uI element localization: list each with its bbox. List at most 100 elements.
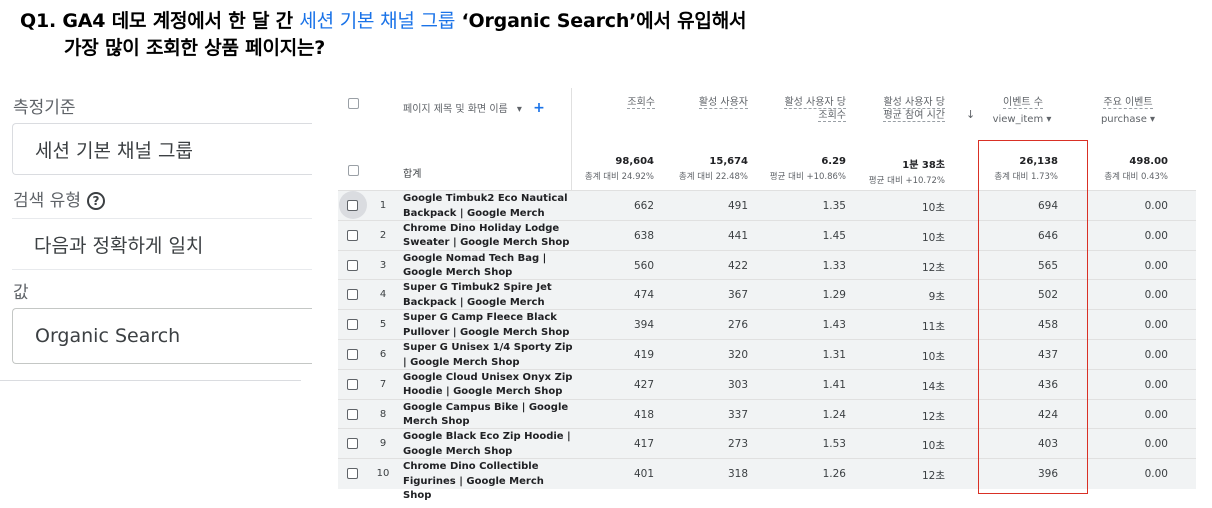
event-filter-select[interactable]: view_item ▾ [968, 113, 1068, 126]
row-number: 4 [379, 289, 387, 301]
column-divider [571, 88, 572, 190]
event-filter-value: view_item [992, 114, 1044, 125]
cell-engagement-time: 9초 [928, 291, 945, 304]
col-header-active-users[interactable]: 활성 사용자 [668, 96, 748, 109]
highlight-box [978, 140, 1088, 494]
page-title-cell[interactable]: Google Black Eco Zip Hoodie | Google Mer… [403, 430, 573, 459]
value-input[interactable]: Organic Search [12, 308, 312, 364]
row-checkbox[interactable] [347, 408, 358, 420]
row-number: 8 [379, 408, 387, 420]
cell-views: 474 [633, 289, 654, 302]
page-title-cell[interactable]: Google Cloud Unisex Onyx Zip Hoodie | Go… [403, 371, 573, 400]
cell-views-per-user: 1.45 [822, 229, 846, 242]
cell-views: 401 [633, 468, 654, 481]
row-checkbox[interactable] [347, 200, 358, 211]
row-number: 1 [379, 200, 387, 211]
row-number: 6 [379, 349, 387, 360]
cell-key-events: 0.00 [1144, 378, 1168, 391]
total-views: 98,604 총계 대비 24.92% [578, 156, 654, 182]
page-title-cell[interactable]: Google Campus Bike | Google Merch Shop [403, 401, 573, 430]
row-checkbox[interactable] [347, 229, 358, 241]
col-header-active-users-label: 활성 사용자 [698, 97, 748, 109]
cell-active-users: 441 [727, 229, 748, 242]
search-type-select[interactable]: 다음과 정확하게 일치 [12, 218, 312, 270]
row-checkbox[interactable] [347, 319, 358, 331]
help-icon[interactable]: ? [86, 192, 105, 210]
total-views-per-user: 6.29 평균 대비 +10.86% [766, 156, 846, 182]
col-header-views[interactable]: 조회수 [588, 96, 655, 109]
key-event-select[interactable]: purchase ▾ [1088, 113, 1168, 126]
key-event-value: purchase [1100, 114, 1147, 125]
cell-views: 418 [633, 408, 654, 421]
question-line-2: 가장 많이 조회한 상품 페이지는? [64, 37, 326, 59]
row-number: 7 [379, 378, 387, 390]
dimension-dropdown-icon[interactable]: ▾ [517, 104, 522, 115]
cell-engagement-time: 10초 [921, 440, 945, 453]
cell-active-users: 491 [727, 200, 748, 212]
select-all-checkbox-top[interactable] [348, 98, 359, 109]
cell-key-events: 0.00 [1144, 200, 1168, 212]
row-checkbox[interactable] [347, 468, 358, 480]
cell-engagement-time: 12초 [921, 410, 945, 423]
cell-active-users: 337 [727, 408, 748, 421]
row-checkbox[interactable] [347, 349, 358, 360]
row-checkbox[interactable] [347, 438, 358, 450]
total-key-events-value: 498.00 [1129, 156, 1168, 167]
row-checkbox[interactable] [347, 259, 358, 271]
value-label: 값 [13, 283, 29, 303]
cell-engagement-time: 12초 [921, 261, 945, 274]
search-type-label: 검색 유형 [13, 191, 81, 211]
cell-engagement-time: 10초 [921, 202, 945, 214]
add-dimension-icon[interactable]: + [533, 100, 545, 116]
select-all-checkbox[interactable] [348, 165, 359, 176]
value-text: Organic Search [35, 325, 181, 347]
cell-views: 560 [633, 259, 654, 272]
page-title-cell[interactable]: Chrome Dino Holiday Lodge Sweater | Goog… [403, 222, 573, 251]
cell-engagement-time: 10초 [921, 351, 945, 363]
cell-key-events: 0.00 [1144, 289, 1168, 302]
col-header-engagement-time-label: 활성 사용자 당 평균 참여 시간 [883, 97, 945, 122]
col-header-key-events-label: 주요 이벤트 [1103, 97, 1153, 109]
col-header-event-count-label: 이벤트 수 [1003, 97, 1043, 109]
total-label: 합계 [403, 169, 422, 180]
question-heading: Q1. GA4 데모 계정에서 한 달 간 세션 기본 채널 그룹 ‘Organ… [20, 8, 746, 62]
filter-panel: 측정기준 세션 기본 채널 그룹 검색 유형? 다음과 정확하게 일치 값 Or… [0, 88, 312, 381]
cell-active-users: 273 [727, 438, 748, 451]
cell-views: 427 [633, 378, 654, 391]
total-key-events: 498.00 총계 대비 0.43% [1093, 156, 1168, 182]
page-title-cell[interactable]: Chrome Dino Collectible Figurines | Goog… [403, 460, 573, 504]
page-title-cell[interactable]: Google Nomad Tech Bag | Google Merch Sho… [403, 252, 573, 281]
cell-views-per-user: 1.29 [822, 289, 846, 302]
cell-engagement-time: 10초 [921, 231, 945, 244]
page-title-cell[interactable]: Super G Unisex 1/4 Sporty Zip | Google M… [403, 341, 573, 370]
cell-active-users: 320 [727, 349, 748, 361]
cell-key-events: 0.00 [1144, 468, 1168, 481]
cell-engagement-time: 14초 [921, 380, 945, 393]
question-prefix: Q1. GA4 데모 계정에서 한 달 간 [20, 10, 300, 32]
row-checkbox[interactable] [347, 378, 358, 390]
cell-views: 417 [633, 438, 654, 451]
row-number: 2 [379, 229, 387, 241]
question-highlight: 세션 기본 채널 그룹 [299, 10, 456, 32]
cell-views-per-user: 1.35 [822, 200, 846, 212]
page-title-cell[interactable]: Super G Camp Fleece Black Pullover | Goo… [403, 311, 573, 340]
cell-views-per-user: 1.53 [822, 438, 846, 451]
total-active-users: 15,674 총계 대비 22.48% [668, 156, 748, 182]
total-views-value: 98,604 [615, 156, 654, 167]
col-header-views-per-user[interactable]: 활성 사용자 당 조회수 [778, 96, 846, 122]
dimension-header[interactable]: 페이지 제목 및 화면 이름 ▾ + [403, 100, 545, 116]
dimension-header-label: 페이지 제목 및 화면 이름 [403, 104, 508, 115]
col-header-event-count[interactable]: ↓ 이벤트 수 view_item ▾ [966, 96, 1068, 126]
row-checkbox[interactable] [347, 289, 358, 301]
total-engagement-time-value: 1분 38초 [902, 160, 945, 171]
cell-active-users: 303 [727, 378, 748, 391]
metric-select[interactable]: 세션 기본 채널 그룹 [12, 123, 312, 175]
cell-views: 638 [633, 229, 654, 242]
total-views-sub: 총계 대비 24.92% [584, 172, 654, 182]
total-views-per-user-value: 6.29 [821, 156, 846, 167]
cell-views: 394 [633, 319, 654, 332]
col-header-key-events[interactable]: 주요 이벤트 purchase ▾ [1088, 96, 1168, 126]
col-header-views-per-user-label: 활성 사용자 당 조회수 [784, 97, 846, 122]
col-header-engagement-time[interactable]: 활성 사용자 당 평균 참여 시간 [873, 96, 945, 122]
sort-desc-icon[interactable]: ↓ [966, 108, 975, 121]
